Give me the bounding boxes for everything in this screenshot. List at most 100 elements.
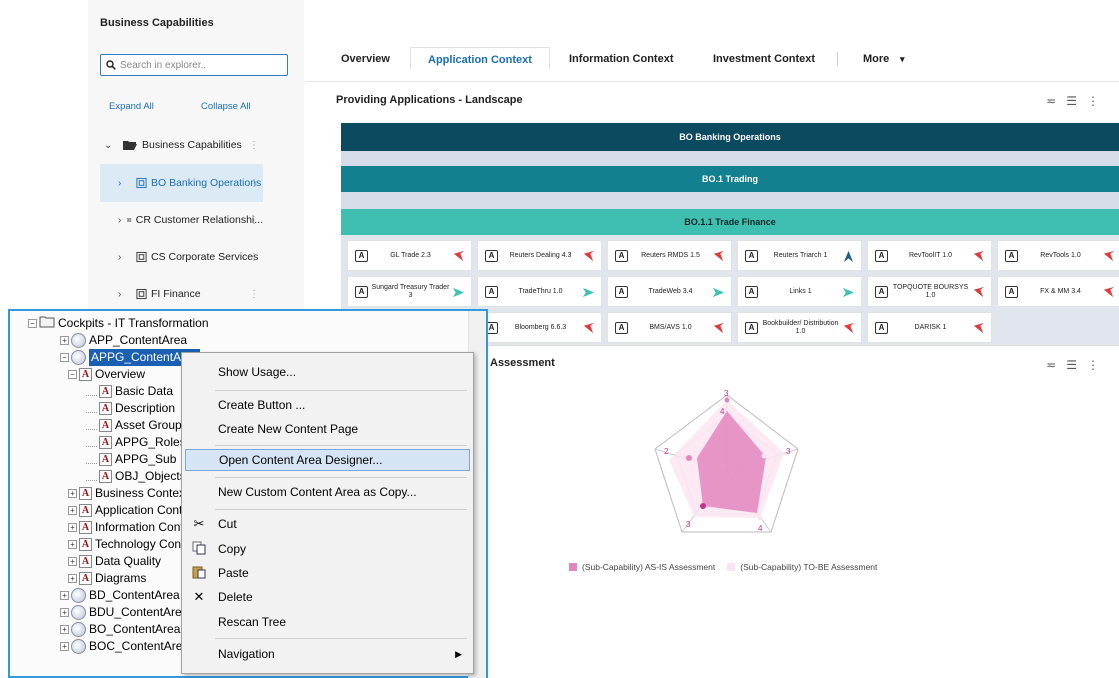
tree-node[interactable]: + A Information Context [68, 519, 200, 536]
application-tile[interactable]: A Reuters Dealing 4.3 [477, 240, 602, 271]
tab-information-context[interactable]: Information Context [569, 47, 674, 71]
band-bo1-trading[interactable]: BO.1 Trading [341, 166, 1119, 192]
tree-node[interactable]: + A Business Context [68, 485, 188, 502]
expand-all-link[interactable]: Expand All [109, 101, 154, 112]
more-options-icon[interactable]: ⋮ [249, 140, 259, 151]
expand-icon[interactable]: + [60, 625, 69, 634]
tree-node[interactable]: + BO_ContentArea [60, 621, 180, 638]
collapse-icon[interactable]: − [60, 353, 69, 362]
expand-icon[interactable]: + [60, 608, 69, 617]
collapse-icon[interactable]: − [68, 370, 77, 379]
more-options-icon[interactable]: ⋮ [249, 178, 259, 189]
menu-item-paste[interactable]: Paste [185, 562, 470, 584]
chevron-right-icon[interactable]: › [118, 289, 132, 300]
expand-icon[interactable]: + [68, 489, 77, 498]
radar-point[interactable] [686, 455, 692, 461]
radar-point[interactable] [761, 453, 767, 459]
tab-more[interactable]: More [863, 47, 889, 71]
tree-node[interactable]: A APPG_Roles [86, 434, 186, 451]
tree-node[interactable]: + BDU_ContentArea [60, 604, 188, 621]
menu-item-copy[interactable]: Copy [185, 538, 470, 560]
tree-node[interactable]: − APPG_ContentArea [60, 349, 201, 366]
menu-item-open-content-area-designer[interactable]: Open Content Area Designer... [185, 449, 470, 471]
tree-node[interactable]: A OBJ_Objects [86, 468, 186, 485]
expand-icon[interactable]: + [68, 574, 77, 583]
expand-icon[interactable]: + [68, 557, 77, 566]
expand-icon[interactable]: + [68, 540, 77, 549]
chevron-right-icon[interactable]: › [118, 178, 132, 189]
expand-icon[interactable]: + [60, 336, 69, 345]
radar-point[interactable] [757, 515, 763, 521]
chevron-right-icon[interactable]: › [118, 215, 123, 226]
chevron-down-icon[interactable]: ▾ [900, 47, 905, 71]
menu-item-delete[interactable]: ✕ Delete [185, 586, 470, 608]
application-tile[interactable]: A Bookbuilder/ Distribution 1.0 [737, 312, 862, 343]
chevron-right-icon[interactable]: › [118, 252, 132, 263]
tree-node[interactable]: A Basic Data [86, 383, 173, 400]
application-tile[interactable]: A RevTools 1.0 [997, 240, 1119, 271]
more-options-icon[interactable]: ⋮ [249, 215, 259, 226]
collapse-all-link[interactable]: Collapse All [201, 101, 251, 112]
application-tile[interactable]: A RevToolIT 1.0 [867, 240, 992, 271]
tree-item-cs-corporate-services[interactable]: › CS Corporate Services ⋮ [100, 238, 263, 276]
tree-item-cr-customer-relationship[interactable]: › CR Customer Relationshi... ⋮ [100, 201, 263, 239]
collapse-icon[interactable]: − [28, 319, 37, 328]
band-bo-banking-operations[interactable]: BO Banking Operations [341, 123, 1119, 151]
tree-item-bo-banking-operations[interactable]: › BO Banking Operations ⋮ [100, 164, 263, 202]
expand-icon[interactable]: + [68, 523, 77, 532]
tree-item-fi-finance[interactable]: › FI Finance ⋮ [100, 275, 263, 313]
application-tile[interactable]: A GL Trade 2.3 [347, 240, 472, 271]
tree-node[interactable]: + A Application Context [68, 502, 198, 519]
tree-node[interactable]: A APPG_Sub [86, 451, 176, 468]
menu-item-new-custom-content-area[interactable]: New Custom Content Area as Copy... [185, 481, 470, 503]
tree-node[interactable]: + A Data Quality [68, 553, 161, 570]
tree-node[interactable]: + BD_ContentArea [60, 587, 180, 604]
tree-node[interactable]: A Description [86, 400, 175, 417]
menu-item-navigation[interactable]: Navigation ▶ [185, 643, 470, 665]
tree-node[interactable]: + BOC_ContentArea [60, 638, 189, 655]
menu-item-show-usage[interactable]: Show Usage... [185, 361, 470, 383]
application-tile[interactable]: A BMS/AVS 1.0 [607, 312, 732, 343]
menu-item-create-content-page[interactable]: Create New Content Page [185, 418, 470, 440]
application-tile[interactable]: A TradeThru 1.0 [477, 276, 602, 307]
tree-node[interactable]: A Asset Group [86, 417, 182, 434]
tab-application-context[interactable]: Application Context [410, 47, 550, 71]
application-tile[interactable]: A Sungard Treasury Trader 3 [347, 276, 472, 307]
radar-point[interactable] [724, 397, 730, 403]
tab-overview[interactable]: Overview [341, 47, 390, 71]
menu-item-create-button[interactable]: Create Button ... [185, 394, 470, 416]
list-icon[interactable]: ☰ [1066, 94, 1087, 108]
tree-node[interactable]: − Cockpits - IT Transformation [28, 315, 209, 332]
chevron-down-icon[interactable]: ⌄ [104, 140, 118, 151]
application-tile[interactable]: A FX & MM 3.4 [997, 276, 1119, 307]
band-bo11-trade-finance[interactable]: BO.1.1 Trade Finance [341, 209, 1119, 235]
radar-point[interactable] [700, 503, 706, 509]
application-tile[interactable]: A Reuters Triarch 1 [737, 240, 862, 271]
filter-icon[interactable]: ≂ [1046, 94, 1066, 108]
application-tile[interactable]: A TOPQUOTE BOURSYS 1.0 [867, 276, 992, 307]
application-tile[interactable]: A Links 1 [737, 276, 862, 307]
more-options-icon[interactable]: ⋮ [1087, 358, 1109, 372]
menu-item-rescan-tree[interactable]: Rescan Tree [185, 611, 470, 633]
more-options-icon[interactable]: ⋮ [249, 252, 259, 263]
filter-icon[interactable]: ≂ [1046, 358, 1066, 372]
legend-label-asis[interactable]: (Sub-Capability) AS-IS Assessment [582, 562, 715, 572]
tree-node[interactable]: + A Diagrams [68, 570, 146, 587]
more-options-icon[interactable]: ⋮ [249, 289, 259, 300]
tree-node[interactable]: + APP_ContentArea [60, 332, 187, 349]
more-options-icon[interactable]: ⋮ [1087, 94, 1109, 108]
menu-item-cut[interactable]: ✂ Cut [185, 513, 470, 535]
application-tile[interactable]: A TradeWeb 3.4 [607, 276, 732, 307]
expand-icon[interactable]: + [60, 591, 69, 600]
tree-node[interactable]: − A Overview [68, 366, 145, 383]
application-tile[interactable]: A DARISK 1 [867, 312, 992, 343]
expand-icon[interactable]: + [60, 642, 69, 651]
list-icon[interactable]: ☰ [1066, 358, 1087, 372]
application-tile[interactable]: A Bloomberg 6.6.3 [477, 312, 602, 343]
search-input[interactable]: Search in explorer.. [100, 54, 288, 76]
legend-label-tobe[interactable]: (Sub-Capability) TO-BE Assessment [740, 562, 877, 572]
application-tile[interactable]: A Reuters RMDS 1.5 [607, 240, 732, 271]
tab-investment-context[interactable]: Investment Context [713, 47, 815, 71]
expand-icon[interactable]: + [68, 506, 77, 515]
tree-item-business-capabilities[interactable]: ⌄ Business Capabilities ⋮ [100, 126, 263, 164]
